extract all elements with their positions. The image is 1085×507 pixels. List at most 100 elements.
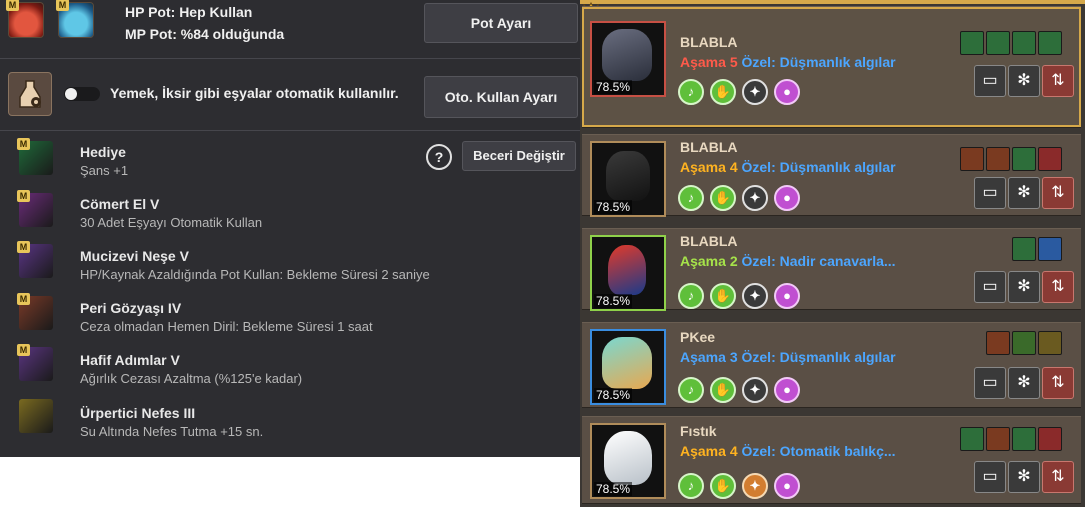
pet-portrait[interactable]: 78.5% [590,423,666,499]
pet-ability-icon[interactable] [960,427,984,451]
exchange-button[interactable]: ⇅ [1042,65,1074,97]
pet-card[interactable]: 78.5% BLABLA Aşama 5 Özel: Düşmanlık alg… [582,6,1081,128]
feed-button[interactable]: ▭ [974,177,1006,209]
pet-stage: Aşama 4 Özel: Otomatik balıkç... [680,443,896,459]
auto-use-toggle[interactable] [64,87,100,101]
pet-ability-icon[interactable] [1012,331,1036,355]
feed-button[interactable]: ▭ [974,271,1006,303]
stage-value: 4 [729,443,738,459]
stage-value: 3 [729,349,738,365]
pet-skill-icon[interactable]: ✦ [742,185,768,211]
stage-value: 5 [729,54,738,70]
pet-skill-icon[interactable]: ✦ [742,79,768,105]
pet-ability-icon[interactable] [1038,331,1062,355]
pet-ability-icon[interactable] [1038,31,1062,55]
skill-name: Hafif Adımlar V [80,352,180,368]
pet-card[interactable]: 78.5% BLABLA Aşama 2 Özel: Nadir canavar… [582,228,1081,311]
skill-badge: M [17,241,30,253]
auto-use-icon [8,72,52,116]
skill-name: Peri Gözyaşı IV [80,300,182,316]
pet-skill-icon[interactable]: ♪ [678,473,704,499]
skill-desc: 30 Adet Eşyayı Otomatik Kullan [80,215,263,230]
pet-image [604,431,652,485]
pet-portrait[interactable]: 78.5% [590,235,666,311]
pet-skill-icon[interactable]: ✦ [742,473,768,499]
clover-icon: M [17,138,53,175]
pet-skill-icon[interactable]: ● [774,377,800,403]
pet-skill-icon[interactable]: ✦ [742,283,768,309]
help-icon[interactable]: ? [426,144,452,170]
pet-skill-icon[interactable]: ✦ [742,377,768,403]
feed-button[interactable]: ▭ [974,461,1006,493]
auto-use-settings-button[interactable]: Oto. Kullan Ayarı [424,76,578,118]
exchange-button[interactable]: ⇅ [1042,461,1074,493]
hp-pot-text: HP Pot: Hep Kullan [125,4,253,20]
paw-button[interactable]: ✻ [1008,461,1040,493]
pet-ability-icon[interactable] [1012,147,1036,171]
hp-potion-icon[interactable]: M [6,0,44,38]
pet-portrait[interactable]: 78.5% [590,141,666,217]
exchange-button[interactable]: ⇅ [1042,271,1074,303]
pet-skill-icon[interactable]: ✋ [710,377,736,403]
trait-label: Özel: [741,54,776,70]
pet-skill-icon[interactable]: ● [774,185,800,211]
paw-button[interactable]: ✻ [1008,367,1040,399]
paw-button[interactable]: ✻ [1008,177,1040,209]
fairy-icon: M [17,190,53,227]
pot-settings-button[interactable]: Pot Ayarı [424,3,578,43]
pet-list-panel: 78.5% BLABLA Aşama 5 Özel: Düşmanlık alg… [580,0,1085,507]
exchange-button[interactable]: ⇅ [1042,177,1074,209]
slot-badge: M [6,0,19,11]
pet-skill-icon[interactable]: ♪ [678,79,704,105]
paw-button[interactable]: ✻ [1008,271,1040,303]
pet-ability-icon[interactable] [1012,427,1036,451]
pet-ability-icon[interactable] [986,31,1010,55]
exchange-button[interactable]: ⇅ [1042,367,1074,399]
pet-name: Fıstık [680,423,717,439]
pet-ability-icon[interactable] [1012,31,1036,55]
pet-ability-icon[interactable] [986,427,1010,451]
pet-ability-icon[interactable] [1012,237,1036,261]
stage-label: Aşama [680,349,726,365]
change-skill-button[interactable]: Beceri Değiştir [462,141,576,171]
pet-skill-icon[interactable]: ✋ [710,185,736,211]
pet-card[interactable]: 78.5% BLABLA Aşama 4 Özel: Düşmanlık alg… [582,134,1081,217]
pet-portrait[interactable]: 78.5% [590,329,666,405]
pet-percent: 78.5% [594,482,633,496]
pet-ability-icon[interactable] [986,147,1010,171]
pet-ability-icon[interactable] [1038,237,1062,261]
pet-ability-icon[interactable] [1038,427,1062,451]
feed-button[interactable]: ▭ [974,65,1006,97]
revive-icon: M [17,293,53,330]
pet-skill-icon[interactable]: ✋ [710,79,736,105]
skill-name: Ürpertici Nefes III [80,405,196,421]
skill-badge: M [17,344,30,356]
stage-label: Aşama [680,54,726,70]
paw-button[interactable]: ✻ [1008,65,1040,97]
pet-skill-icon[interactable]: ✋ [710,473,736,499]
pet-ability-icon[interactable] [1038,147,1062,171]
pet-skill-icon[interactable]: ♪ [678,185,704,211]
feed-button[interactable]: ▭ [974,367,1006,399]
pet-name: BLABLA [680,233,738,249]
trait-value: Düşmanlık algılar [779,159,896,175]
mp-potion-icon[interactable]: M [56,0,94,38]
pet-percent: 78.5% [594,200,633,214]
pet-ability-icon[interactable] [960,147,984,171]
pet-skill-icon[interactable]: ♪ [678,283,704,309]
skill-badge: M [17,138,30,150]
pet-portrait[interactable]: 78.5% [590,21,666,97]
pet-skill-icon[interactable]: ● [774,473,800,499]
pet-skill-icon[interactable]: ● [774,79,800,105]
pet-percent: 78.5% [594,388,633,402]
pet-card[interactable]: 78.5% Fıstık Aşama 4 Özel: Otomatik balı… [582,416,1081,504]
pet-skill-icon[interactable]: ♪ [678,377,704,403]
pet-skill-icon[interactable]: ✋ [710,283,736,309]
pet-ability-icon[interactable] [986,331,1010,355]
pet-image [606,151,650,201]
pet-percent: 78.5% [594,294,633,308]
pet-ability-icon[interactable] [960,31,984,55]
auto-use-text: Yemek, İksir gibi eşyalar otomatik kulla… [110,85,399,101]
pet-skill-icon[interactable]: ● [774,283,800,309]
pet-card[interactable]: 78.5% PKee Aşama 3 Özel: Düşmanlık algıl… [582,322,1081,408]
